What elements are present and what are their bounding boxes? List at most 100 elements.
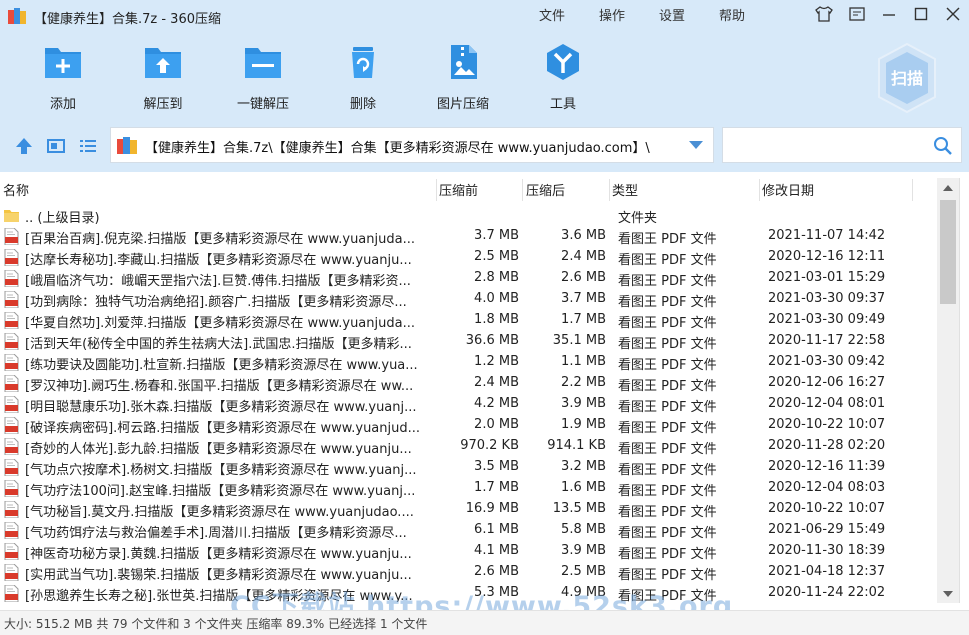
file-type: 看图王 PDF 文件 [618,379,717,394]
file-size: 1.2 MB [474,354,519,369]
file-name: [破译疾病密码].柯云路.扫描版【更多精彩资源尽在 www.yuanjud... [25,421,421,436]
minimize-icon[interactable] [880,5,898,23]
scan-button[interactable]: 扫描 [875,42,939,114]
file-modified-date: 2020-11-17 22:58 [768,333,886,348]
column-size[interactable]: 压缩前 [439,180,478,200]
file-name: [达摩长寿秘功].李藏山.扫描版【更多精彩资源尽在 www.yuanju... [25,253,412,268]
file-list[interactable]: .. (上级目录) 文件夹 [百果治百病].倪克梁.扫描版【更多精彩资源尽在 www… [0,205,937,602]
file-type: 看图王 PDF 文件 [618,295,717,310]
file-compressed-size: 3.9 MB [561,396,606,411]
scroll-up-icon[interactable] [943,185,953,191]
file-row[interactable]: [练功要诀及圆能功].杜宣新.扫描版【更多精彩资源尽在 www.yua... 1.… [0,352,937,373]
file-modified-date: 2020-12-04 08:01 [768,396,886,411]
file-modified-date: 2021-03-30 09:49 [768,312,886,327]
file-modified-date: 2021-03-01 15:29 [768,270,886,285]
image-compress-icon [451,45,477,79]
file-name: [活到天年(秘传全中国的养生祛病大法].武国忠.扫描版【更多精彩... [25,337,412,352]
file-modified-date: 2020-11-28 02:20 [768,438,886,453]
add-button[interactable]: 添加 [23,42,103,114]
file-row[interactable]: [神医奇功秘方录].黄魏.扫描版【更多精彩资源尽在 www.yuanju... 4… [0,541,937,562]
parent-folder-row[interactable]: .. (上级目录) 文件夹 [0,205,937,226]
file-type: 看图王 PDF 文件 [618,400,717,415]
column-compressed[interactable]: 压缩后 [526,180,565,200]
file-row[interactable]: [活到天年(秘传全中国的养生祛病大法].武国忠.扫描版【更多精彩... 36.6 … [0,331,937,352]
file-size: 2.0 MB [474,417,519,432]
file-row[interactable]: [华夏自然功].刘爱萍.扫描版【更多精彩资源尽在 www.yuanjuda...… [0,310,937,331]
pdf-file-icon [4,438,19,455]
tools-button[interactable]: 工具 [523,42,603,114]
file-name: [气功点穴按摩术].杨树文.扫描版【更多精彩资源尽在 www.yuanj... [25,463,417,478]
column-modified[interactable]: 修改日期 [762,180,814,200]
vertical-scrollbar[interactable] [937,178,959,603]
file-row[interactable]: [明目聪慧康乐功].张木森.扫描版【更多精彩资源尽在 www.yuanj... 4… [0,394,937,415]
file-modified-date: 2020-12-16 11:39 [768,459,886,474]
column-divider[interactable] [522,179,523,201]
close-icon[interactable] [944,5,962,23]
file-row[interactable]: [百果治百病].倪克梁.扫描版【更多精彩资源尽在 www.yuanjuda...… [0,226,937,247]
extract-to-icon [145,48,181,78]
one-click-extract-icon [245,48,281,78]
file-type: 看图王 PDF 文件 [618,568,717,583]
file-modified-date: 2020-11-30 18:39 [768,543,886,558]
file-row[interactable]: [破译疾病密码].柯云路.扫描版【更多精彩资源尽在 www.yuanjud...… [0,415,937,436]
path-bar[interactable]: 【健康养生】合集.7z\【健康养生】合集【更多精彩资源尽在 www.yuanju… [110,127,714,163]
file-size: 2.5 MB [474,249,519,264]
search-icon[interactable] [933,136,953,156]
archive-app-icon [8,8,26,24]
archive-path-icon [117,137,137,154]
scroll-thumb[interactable] [940,200,956,304]
file-row[interactable]: [气功疗法100问].赵宝峰.扫描版【更多精彩资源尽在 www.yuanj...… [0,478,937,499]
file-name: [气功药饵疗法与救治偏差手术].周潜川.扫描版【更多精彩资源尽... [25,526,407,541]
scroll-down-icon[interactable] [943,591,953,597]
maximize-icon[interactable] [912,5,930,23]
file-modified-date: 2021-03-30 09:42 [768,354,886,369]
column-divider[interactable] [759,179,760,201]
search-box[interactable] [722,127,962,163]
delete-label: 删除 [349,97,376,112]
file-row[interactable]: [气功秘旨].莫文丹.扫描版【更多精彩资源尽在 www.yuanjudao...… [0,499,937,520]
column-type[interactable]: 类型 [612,180,638,200]
file-row[interactable]: [功到病除：独特气功治病绝招].颜容广.扫描版【更多精彩资源尽... 4.0 MB… [0,289,937,310]
file-row[interactable]: [气功药饵疗法与救治偏差手术].周潜川.扫描版【更多精彩资源尽... 6.1 MB… [0,520,937,541]
file-compressed-size: 2.4 MB [561,249,606,264]
image-compress-button[interactable]: 图片压缩 [423,42,503,114]
file-compressed-size: 3.7 MB [561,291,606,306]
menu-settings[interactable]: 设置 [659,5,685,24]
list-view-icon[interactable] [78,136,98,156]
column-divider[interactable] [609,179,610,201]
file-size: 36.6 MB [465,333,519,348]
feedback-icon[interactable] [848,5,866,23]
one-click-extract-button[interactable]: 一键解压 [223,42,303,114]
up-level-icon[interactable] [14,136,34,156]
file-row[interactable]: [罗汉神功].阙巧生.杨春和.张国平.扫描版【更多精彩资源尽在 ww... 2.4… [0,373,937,394]
file-modified-date: 2020-10-22 10:07 [768,501,886,516]
extract-to-button[interactable]: 解压到 [123,42,203,114]
file-row[interactable]: [峨眉临济气功：峨嵋天罡指穴法].巨赞.傅伟.扫描版【更多精彩资... 2.8 M… [0,268,937,289]
file-row[interactable]: [实用武当气功].裴锡荣.扫描版【更多精彩资源尽在 www.yuanju... 2… [0,562,937,583]
file-row[interactable]: [达摩长寿秘功].李藏山.扫描版【更多精彩资源尽在 www.yuanju... 2… [0,247,937,268]
skin-icon[interactable] [815,5,833,23]
extract-to-label: 解压到 [143,97,183,112]
file-compressed-size: 1.6 MB [561,480,606,495]
pdf-file-icon [4,270,19,287]
file-name: [华夏自然功].刘爱萍.扫描版【更多精彩资源尽在 www.yuanjuda... [25,316,415,331]
file-row[interactable]: [奇妙的人体光].彭九龄.扫描版【更多精彩资源尽在 www.yuanju... 9… [0,436,937,457]
file-row[interactable]: [气功点穴按摩术].杨树文.扫描版【更多精彩资源尽在 www.yuanj... 3… [0,457,937,478]
pdf-file-icon [4,291,19,308]
file-compressed-size: 914.1 KB [547,438,606,453]
status-bar: 大小: 515.2 MB 共 79 个文件和 3 个文件夹 压缩率 89.3% … [0,610,969,635]
column-divider[interactable] [912,179,913,201]
path-dropdown-icon[interactable] [689,141,703,149]
menu-operation[interactable]: 操作 [599,5,625,24]
file-name: [百果治百病].倪克梁.扫描版【更多精彩资源尽在 www.yuanjuda... [25,232,415,247]
add-icon [45,48,81,78]
file-modified-date: 2021-03-30 09:37 [768,291,886,306]
tools-label: 工具 [549,97,576,112]
thumbnail-view-icon[interactable] [46,136,66,156]
search-input[interactable] [729,135,919,155]
delete-button[interactable]: 删除 [323,42,403,114]
column-name[interactable]: 名称 [3,180,29,200]
menu-help[interactable]: 帮助 [719,5,745,24]
menu-file[interactable]: 文件 [539,5,565,24]
column-divider[interactable] [436,179,437,201]
